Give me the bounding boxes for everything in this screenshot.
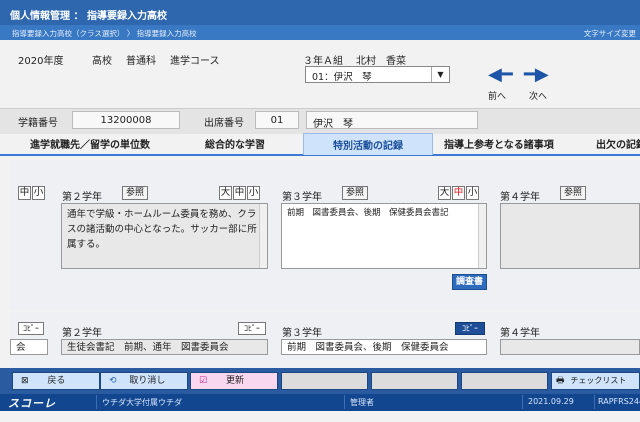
tab-integrated-study[interactable]: 総合的な学習: [205, 136, 265, 151]
g2-scrollbar[interactable]: [259, 204, 267, 268]
g3-council-text[interactable]: 前期 図書委員会、後期 保健委員会: [281, 339, 487, 355]
school-name: ウチダ大学付属ウチダ: [102, 398, 182, 407]
app-logo: スコーレ: [8, 397, 56, 410]
checklist-label: チェックリスト: [570, 376, 627, 385]
g2-activity-text[interactable]: 通年で学級・ホームルーム委員を務め、クラスの諸活動の中心となった。サッカー部に所…: [61, 203, 268, 269]
back-label: 戻る: [47, 376, 66, 386]
font-size-change-link[interactable]: 文字サイズ変更: [584, 28, 636, 39]
printer-icon: 🖶: [556, 376, 565, 386]
breadcrumb: 指導要録入力高校（クラス選択） 〉 指導要録入力高校 文字サイズ変更: [0, 25, 640, 40]
g4-activity-text[interactable]: [500, 203, 640, 269]
g2-activity-value: 通年で学級・ホームルーム委員を務め、クラスの諸活動の中心となった。サッカー部に所…: [67, 209, 257, 250]
tab-guidance-notes[interactable]: 指導上参考となる諸事項: [444, 136, 554, 151]
g3-size-small[interactable]: 小: [466, 186, 479, 200]
g3-activity-text[interactable]: 前期 図書委員会、後期 保健委員会書記: [281, 203, 487, 269]
g2-copy-button[interactable]: ｺﾋﾟｰ: [238, 322, 266, 335]
student-select[interactable]: 01：伊沢 琴 ▼: [305, 66, 450, 83]
reg-no-field: 13200008: [72, 111, 180, 129]
prev-label[interactable]: 前へ: [488, 89, 506, 102]
course-name: 進学コース: [170, 56, 220, 67]
update-label: 更新: [225, 376, 244, 386]
g2-size-large[interactable]: 大: [219, 186, 232, 200]
next-label[interactable]: 次へ: [529, 89, 547, 102]
tab-special-activities[interactable]: 特別活動の記録: [303, 133, 433, 155]
footer-empty-button-3[interactable]: [461, 372, 548, 390]
breadcrumb-text[interactable]: 指導要録入力高校（クラス選択） 〉 指導要録入力高校: [12, 29, 197, 38]
class-label: ３年Ａ組: [303, 56, 343, 67]
g3-scrollbar[interactable]: [478, 204, 486, 268]
back-button[interactable]: ⊠ 戻る: [12, 372, 100, 390]
teacher-name: 北村 香菜: [356, 56, 406, 67]
tab-attendance[interactable]: 出欠の記録: [596, 136, 640, 151]
footer-empty-button-1[interactable]: [281, 372, 368, 390]
status-bar: スコーレ ウチダ大学付属ウチダ 管理者 2021.09.29 RAPFRS244: [0, 394, 640, 411]
g2-size-small[interactable]: 小: [247, 186, 260, 200]
tab-career[interactable]: 進学就職先／留学の単位数: [30, 136, 150, 151]
checkbox-icon: ☑: [199, 376, 208, 386]
g3-size-large[interactable]: 大: [438, 186, 451, 200]
g1-copy-button[interactable]: ｺﾋﾟｰ: [18, 322, 44, 335]
g2-council-value: 生徒会書記 前期、通年 図書委員会: [67, 342, 229, 353]
g3-activity-value: 前期 図書委員会、後期 保健委員会書記: [287, 208, 449, 218]
back-icon: ⊠: [21, 376, 29, 386]
survey-button[interactable]: 調査書: [452, 274, 487, 290]
attend-no-field: 01: [255, 111, 299, 129]
footer-empty-button-2[interactable]: [371, 372, 458, 390]
g2-council-text[interactable]: 生徒会書記 前期、通年 図書委員会: [61, 339, 268, 355]
undo-icon: ⟲: [109, 376, 117, 386]
g1-council-text[interactable]: 会: [10, 339, 48, 355]
g2-ref-button[interactable]: 参照: [122, 186, 148, 200]
g4-council-text[interactable]: [500, 339, 640, 355]
lower-g2-label: 第２学年: [62, 328, 102, 339]
reg-no-label: 学籍番号: [18, 118, 58, 129]
arrow-left-icon[interactable]: ◀━: [488, 66, 513, 84]
g4-label: 第４学年: [500, 192, 540, 203]
g3-copy-button[interactable]: ｺﾋﾟｰ: [455, 322, 485, 335]
student-name-field: 伊沢 琴: [306, 111, 478, 130]
g3-size-medium[interactable]: 中: [452, 186, 465, 200]
attend-no-label: 出席番号: [204, 118, 244, 129]
g3-ref-button[interactable]: 参照: [342, 186, 368, 200]
g1-size-small[interactable]: 小: [32, 186, 45, 200]
course-type: 普通科: [126, 56, 156, 67]
screen-id: RAPFRS244: [598, 397, 640, 406]
lower-g4-label: 第４学年: [500, 328, 540, 339]
g1-size-medium[interactable]: 中: [18, 186, 31, 200]
g2-label: 第２学年: [62, 192, 102, 203]
chevron-down-icon[interactable]: ▼: [431, 67, 449, 82]
cancel-button[interactable]: ⟲ 取り消し: [100, 372, 188, 390]
g3-label: 第３学年: [282, 192, 322, 203]
g2-size-medium[interactable]: 中: [233, 186, 246, 200]
school-division: 高校: [92, 56, 112, 67]
cancel-label: 取り消し: [129, 376, 166, 386]
school-year: 2020年度: [18, 56, 64, 67]
window-title: 個人情報管理 ： 指導要録入力高校: [0, 0, 640, 25]
status-date: 2021.09.29: [528, 397, 574, 406]
student-select-value: 01：伊沢 琴: [312, 72, 372, 83]
arrow-right-icon[interactable]: ━▶: [524, 66, 549, 84]
g1-council-value: 会: [16, 342, 26, 353]
update-button[interactable]: ☑ 更新: [190, 372, 278, 390]
checklist-button[interactable]: 🖶 チェックリスト: [551, 372, 640, 390]
g3-council-value: 前期 図書委員会、後期 保健委員会: [287, 342, 449, 353]
user-role: 管理者: [350, 398, 374, 407]
g4-ref-button[interactable]: 参照: [560, 186, 586, 200]
lower-g3-label: 第３学年: [282, 328, 322, 339]
